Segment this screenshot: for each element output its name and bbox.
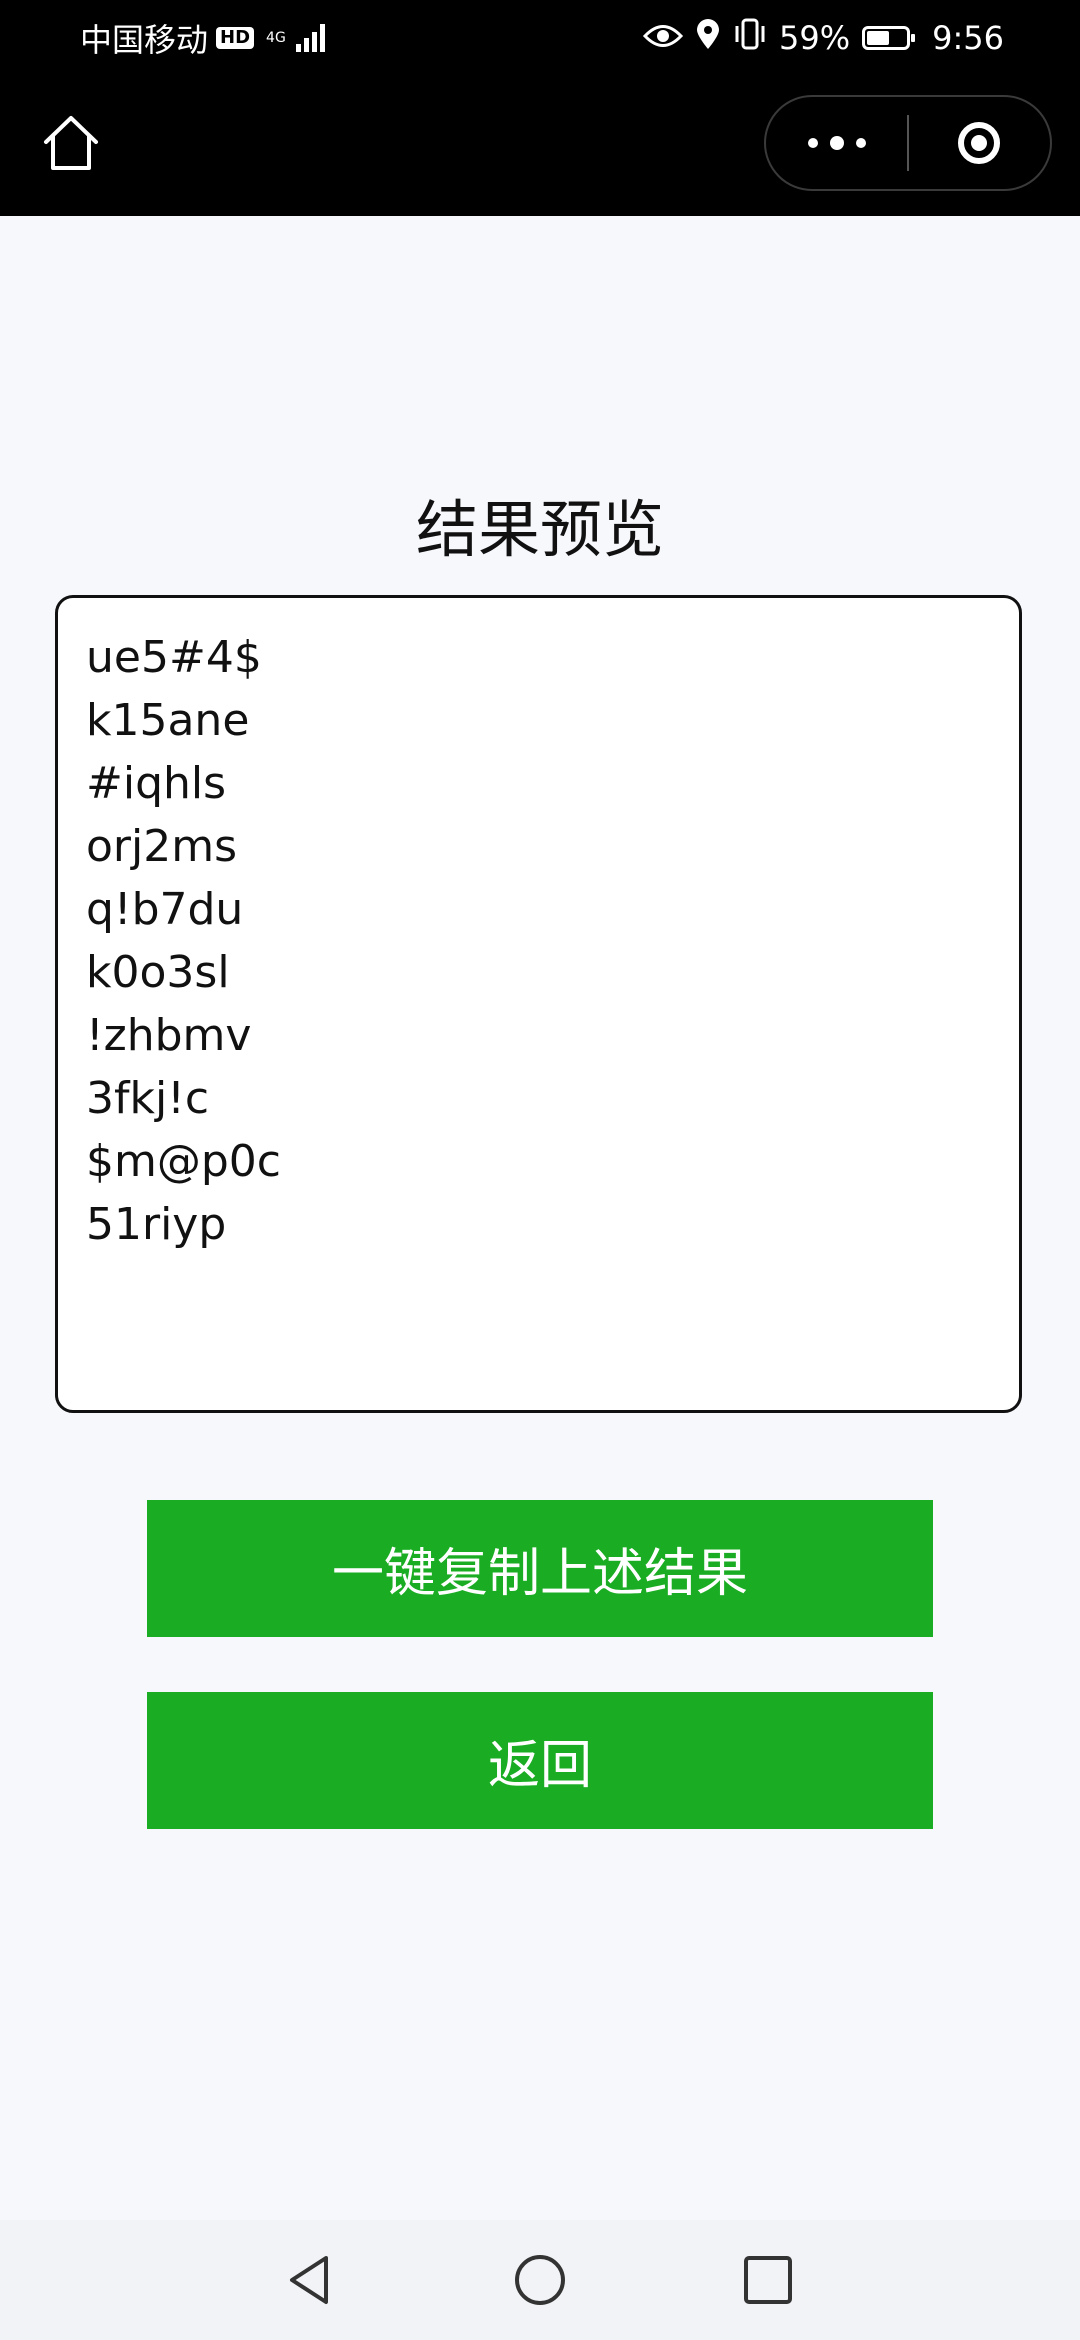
- eye-icon: [642, 19, 684, 57]
- square-recents-icon: [744, 2256, 792, 2304]
- more-dots-icon-right: [855, 138, 866, 148]
- battery-icon: [862, 26, 916, 50]
- home-icon: [44, 116, 98, 170]
- back-button[interactable]: 返回: [147, 1692, 933, 1829]
- top-bar: 中国移动 HD 4G 59% 9:56: [0, 0, 1080, 216]
- copy-results-button[interactable]: 一键复制上述结果: [147, 1500, 933, 1637]
- location-icon: [695, 18, 721, 58]
- close-button[interactable]: [909, 97, 1050, 189]
- result-line: k0o3sl: [86, 947, 230, 998]
- result-line: $m@p0c: [86, 1136, 281, 1187]
- carrier-name: 中国移动: [80, 21, 209, 59]
- mini-program-capsule: [764, 95, 1052, 191]
- nav-home-button[interactable]: [502, 2242, 578, 2318]
- nav-back-button[interactable]: [272, 2242, 348, 2318]
- clock: 9:56: [932, 19, 1004, 57]
- battery-percent: 59%: [779, 19, 851, 57]
- result-preview-box[interactable]: ue5#4$ k15ane #iqhls orj2ms q!b7du k0o3sl !zhb…: [55, 595, 1022, 1413]
- result-line: 3fkj!c: [86, 1073, 210, 1124]
- result-line: ue5#4$: [86, 632, 262, 683]
- target-close-icon: [958, 122, 1001, 164]
- result-line: #iqhls: [86, 758, 227, 809]
- result-line: orj2ms: [86, 821, 238, 872]
- hd-badge: HD: [216, 27, 255, 49]
- signal-icon: [295, 24, 325, 52]
- status-bar-left: 中国移动 HD 4G: [80, 16, 325, 60]
- more-dots-icon-center: [829, 136, 844, 150]
- network-type: 4G: [266, 30, 286, 46]
- result-line: q!b7du: [86, 884, 244, 935]
- target-core: [971, 135, 988, 151]
- battery-level: [867, 31, 890, 45]
- page-title: 结果预览: [415, 493, 664, 566]
- triangle-back-icon: [290, 2256, 328, 2304]
- result-line: !zhbmv: [86, 1010, 252, 1061]
- circle-home-icon: [515, 2255, 565, 2305]
- result-line: 51riyp: [86, 1199, 227, 1250]
- more-button[interactable]: [766, 97, 907, 189]
- vibrate-icon: [733, 18, 767, 58]
- status-bar-right: 59% 9:56: [642, 16, 1004, 60]
- system-nav-bar: [0, 2220, 1080, 2340]
- result-line: k15ane: [86, 695, 250, 746]
- home-button[interactable]: [36, 108, 106, 178]
- more-dots-icon: [807, 138, 818, 148]
- nav-recents-button[interactable]: [730, 2242, 806, 2318]
